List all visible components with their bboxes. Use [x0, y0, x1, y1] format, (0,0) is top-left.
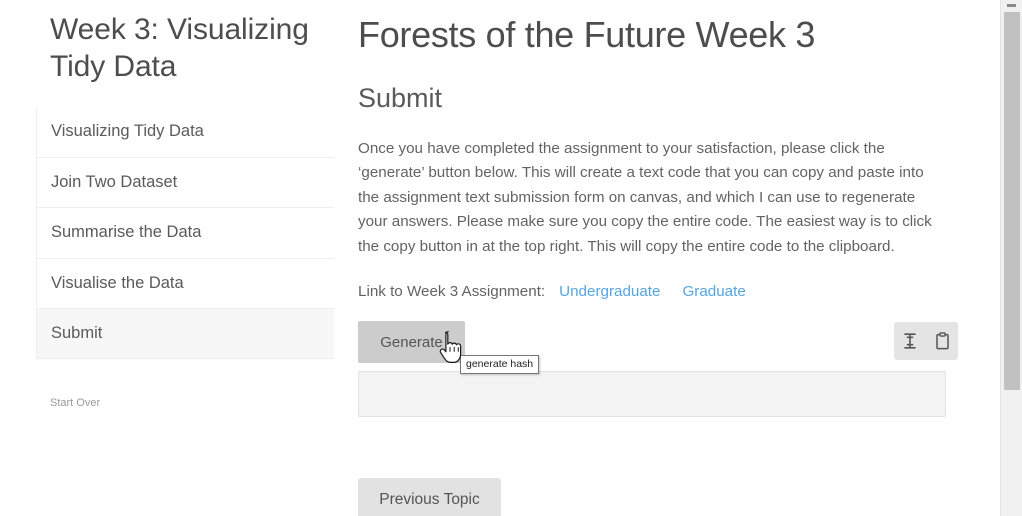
sidebar-item-label: Visualise the Data [51, 273, 184, 292]
clipboard-copy-icon[interactable] [931, 330, 953, 352]
main-content: Forests of the Future Week 3 Submit Once… [358, 0, 958, 516]
link-undergraduate[interactable]: Undergraduate [559, 283, 660, 300]
output-tool-group [894, 322, 958, 361]
scrollbar-thumb[interactable] [1004, 12, 1020, 390]
sidebar-title: Week 3: Visualizing Tidy Data [50, 13, 309, 83]
generate-row: Generate [358, 321, 958, 365]
scroll-up-arrow-bar [1007, 3, 1016, 7]
generate-button[interactable]: Generate [358, 321, 465, 364]
sidebar-item-submit[interactable]: Submit [36, 308, 334, 360]
sidebar-nav-list: Visualizing Tidy Data Join Two Dataset S… [36, 107, 334, 360]
app-root: Week 3: Visualizing Tidy Data Visualizin… [0, 0, 1022, 516]
scroll-up-arrow-icon[interactable] [1001, 0, 1022, 10]
intro-paragraph: Once you have completed the assignment t… [358, 139, 932, 255]
sidebar-item-summarise-the-data[interactable]: Summarise the Data [36, 208, 334, 259]
sidebar-item-join-two-dataset[interactable]: Join Two Dataset [36, 157, 334, 209]
scrollbar-track-lower[interactable] [1001, 392, 1022, 516]
section-title: Submit [358, 83, 443, 114]
start-over-link[interactable]: Start Over [50, 397, 100, 409]
assignment-link-row: Link to Week 3 Assignment: Undergraduate… [358, 283, 958, 300]
page-scrollbar[interactable] [1000, 0, 1022, 516]
sidebar-item-label: Visualizing Tidy Data [51, 122, 204, 141]
link-graduate[interactable]: Graduate [682, 283, 745, 300]
sidebar-item-label: Summarise the Data [51, 223, 202, 242]
sidebar-item-visualise-the-data[interactable]: Visualise the Data [36, 258, 334, 309]
page-viewport: Week 3: Visualizing Tidy Data Visualizin… [0, 0, 1000, 516]
previous-topic-button[interactable]: Previous Topic [358, 478, 501, 516]
assignment-link-label: Link to Week 3 Assignment: [358, 283, 546, 301]
sidebar: Week 3: Visualizing Tidy Data Visualizin… [36, 0, 334, 411]
text-select-icon[interactable] [899, 330, 921, 352]
sidebar-item-label: Join Two Dataset [51, 172, 178, 191]
hash-output-textarea[interactable] [358, 371, 946, 418]
sidebar-item-visualizing-tidy-data[interactable]: Visualizing Tidy Data [36, 107, 334, 158]
generate-tooltip: generate hash [460, 355, 540, 375]
page-title: Forests of the Future Week 3 [358, 14, 816, 55]
sidebar-item-label: Submit [51, 323, 103, 342]
